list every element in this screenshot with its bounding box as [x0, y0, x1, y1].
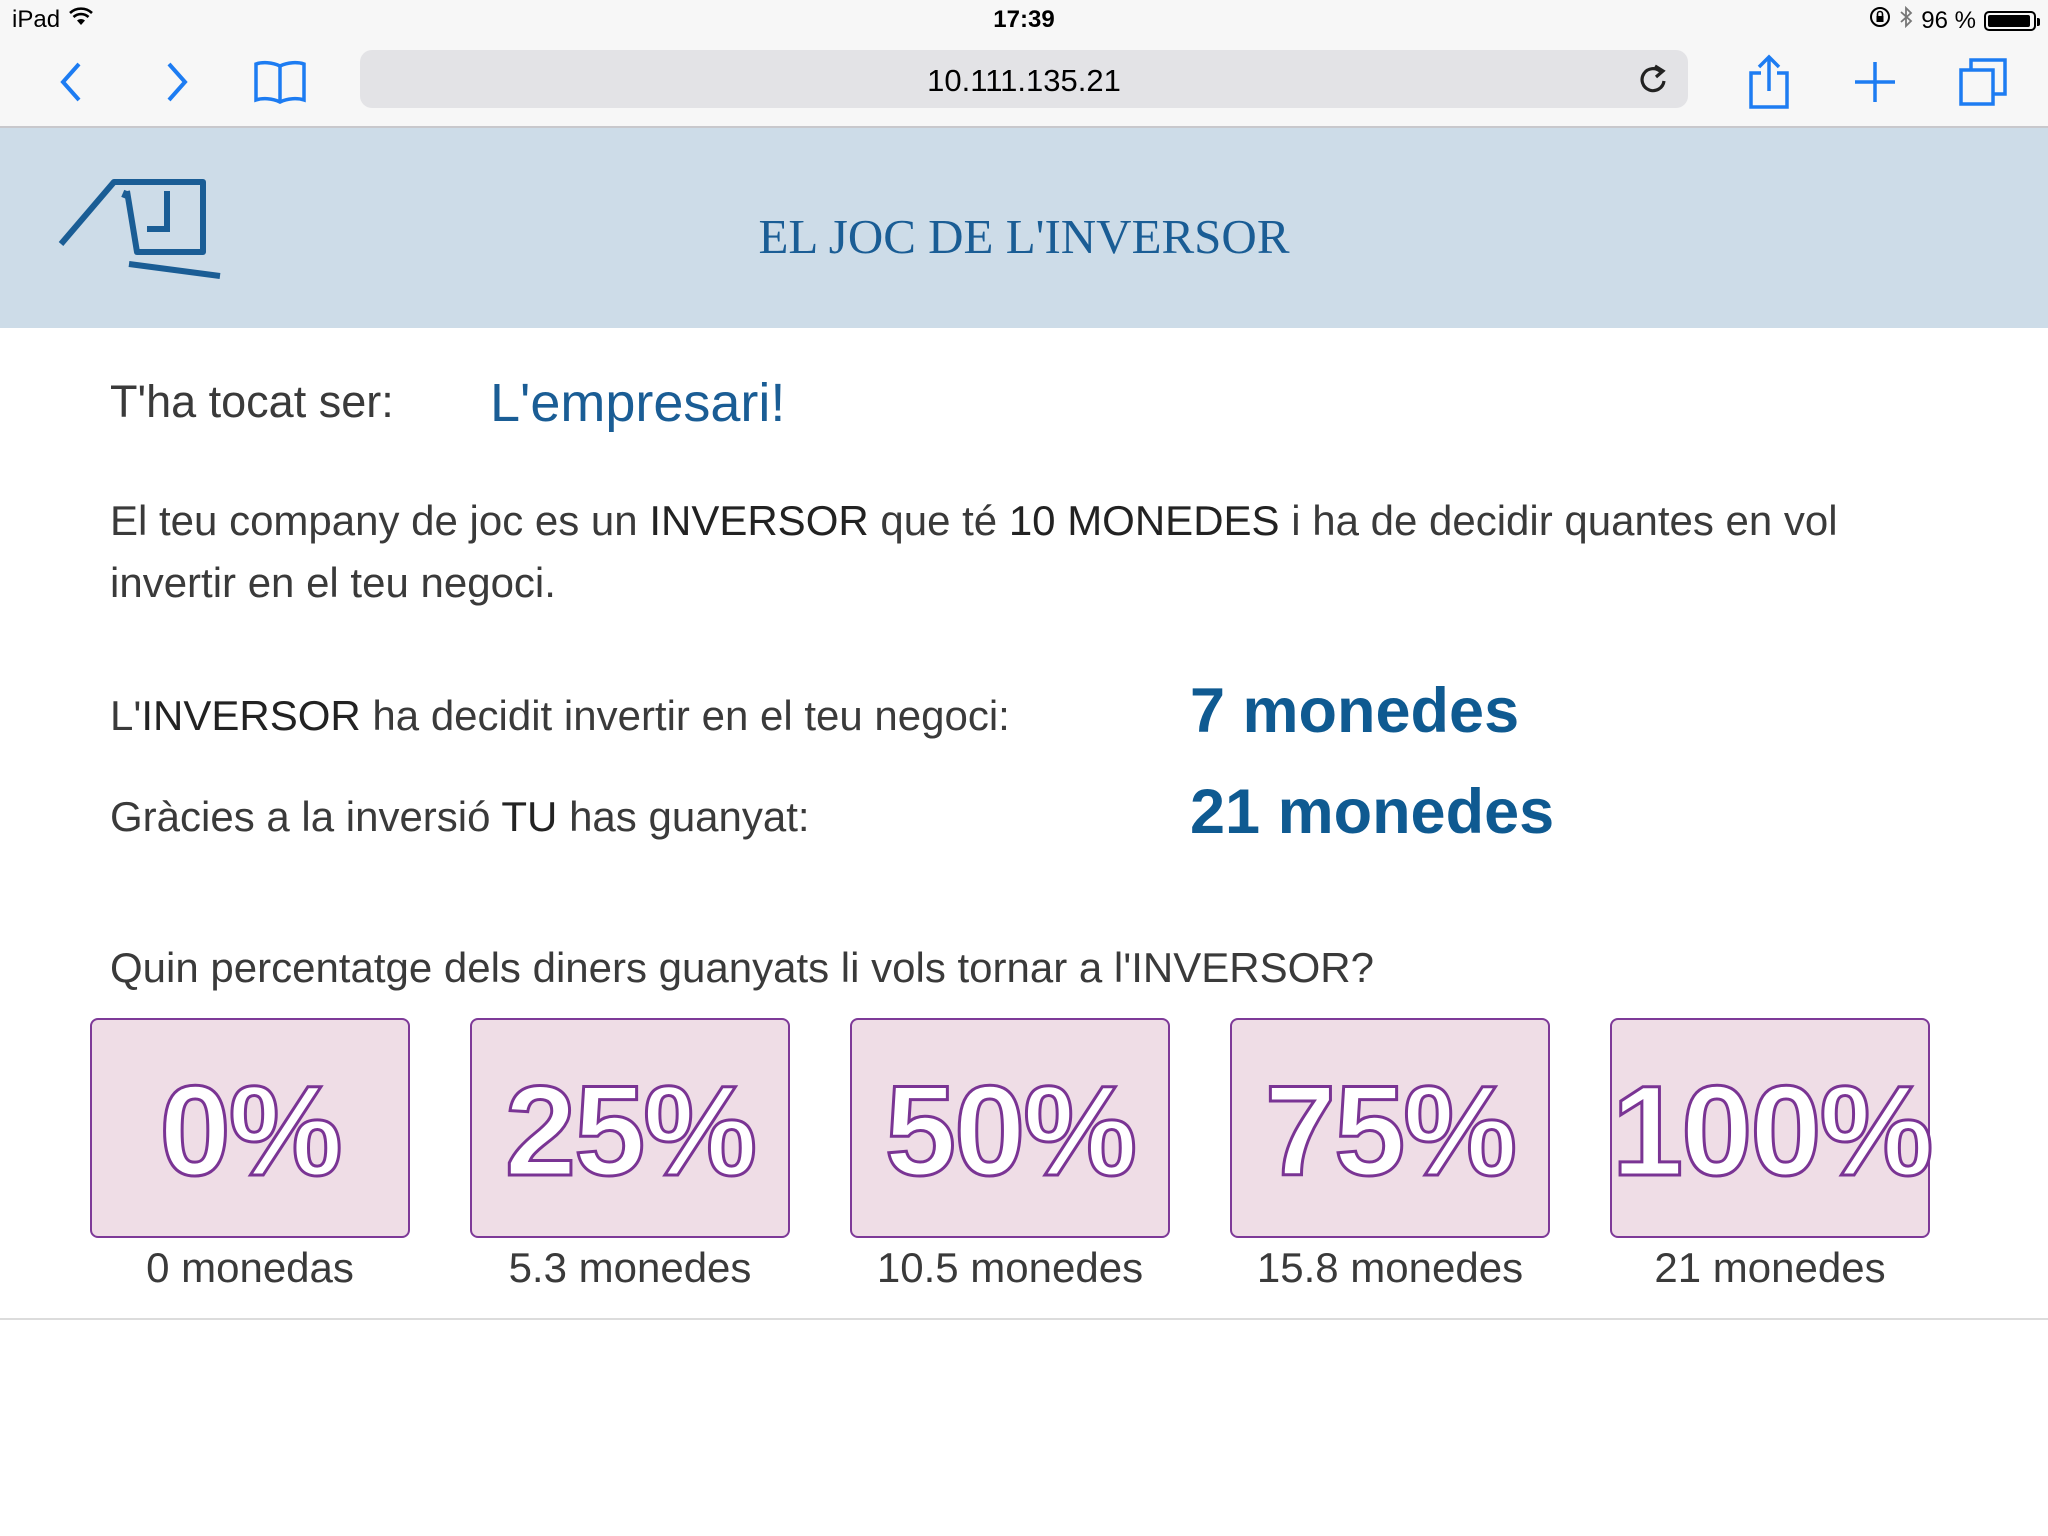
bookmarks-icon	[254, 60, 306, 104]
browser-toolbar: 10.111.135.21	[0, 40, 2048, 128]
option-percent: 100%	[1611, 1059, 1935, 1205]
desc-bold-inversor: INVERSOR	[649, 497, 869, 544]
investment-label: L'INVERSOR ha decidit invertir en el teu…	[110, 692, 1010, 740]
option-caption: 0 monedas	[146, 1244, 354, 1291]
earnings-value: 21 monedes	[1190, 777, 1555, 847]
forward-icon	[167, 62, 188, 102]
bookmarks-button[interactable]	[250, 52, 310, 112]
investment-suffix: ha decidit invertir en el teu negoci:	[360, 692, 1010, 739]
address-bar[interactable]: 10.111.135.21	[360, 50, 1688, 108]
page-title: EL JOC DE L'INVERSOR	[758, 209, 1290, 264]
option-percent: 75%	[1263, 1059, 1518, 1205]
status-bar: iPad 17:39 96 %	[0, 0, 2048, 40]
investment-value: 7 monedes	[1190, 676, 1520, 746]
share-icon	[1749, 54, 1789, 109]
content-divider	[0, 1318, 2048, 1320]
orientation-lock-icon	[1869, 6, 1891, 35]
option-button-100[interactable]: 100%	[1610, 1018, 1935, 1238]
earnings-bold: TU	[501, 793, 558, 840]
option-caption: 5.3 monedes	[508, 1244, 752, 1291]
back-icon	[60, 62, 81, 102]
status-time: 17:39	[993, 6, 1055, 33]
option-button-75[interactable]: 75%	[1230, 1018, 1550, 1238]
battery-percentage: 96 %	[1921, 6, 1976, 34]
desc-bold-coins: 10 MONEDES	[1008, 497, 1280, 544]
battery-icon	[1984, 10, 2040, 31]
game-description: El teu company de joc es un INVERSOR que…	[110, 490, 1910, 614]
option-button-25[interactable]: 25%	[470, 1018, 790, 1238]
url-text[interactable]: 10.111.135.21	[360, 63, 1688, 99]
investment-prefix: L'	[110, 692, 142, 739]
option-button-0[interactable]: 0%	[90, 1018, 410, 1238]
investment-bold: INVERSOR	[141, 692, 361, 739]
option-caption: 15.8 monedes	[1256, 1244, 1524, 1291]
option-caption: 10.5 monedes	[876, 1244, 1144, 1291]
bluetooth-icon	[1899, 5, 1913, 35]
reload-button[interactable]	[1636, 62, 1670, 96]
earnings-prefix: Gràcies a la inversió	[110, 793, 502, 840]
option-percent: 25%	[503, 1059, 758, 1205]
back-button[interactable]	[50, 52, 90, 112]
option-percent: 0%	[158, 1059, 344, 1205]
role-value: L'empresari!	[490, 373, 786, 433]
tabs-icon	[1959, 58, 2007, 106]
battery-fill	[1988, 14, 2030, 27]
option-button-50[interactable]: 50%	[850, 1018, 1170, 1238]
new-tab-button[interactable]	[1850, 52, 1900, 112]
new-tab-icon	[1855, 62, 1895, 102]
option-percent: 50%	[883, 1059, 1138, 1205]
option-caption: 21 monedes	[1654, 1244, 1886, 1291]
earnings-suffix: has guanyat:	[557, 793, 810, 840]
forward-button[interactable]	[158, 52, 198, 112]
desc-part2: que té	[868, 497, 1009, 544]
tabs-button[interactable]	[1956, 52, 2010, 112]
role-label: T'ha tocat ser:	[110, 376, 394, 427]
share-button[interactable]	[1744, 52, 1794, 112]
return-question: Quin percentatge dels diners guanyats li…	[110, 944, 1374, 991]
desc-part1: El teu company de joc es un	[110, 497, 650, 544]
earnings-label: Gràcies a la inversió TU has guanyat:	[110, 793, 810, 841]
reload-icon	[1640, 64, 1666, 93]
status-right: 96 %	[1869, 5, 2040, 35]
